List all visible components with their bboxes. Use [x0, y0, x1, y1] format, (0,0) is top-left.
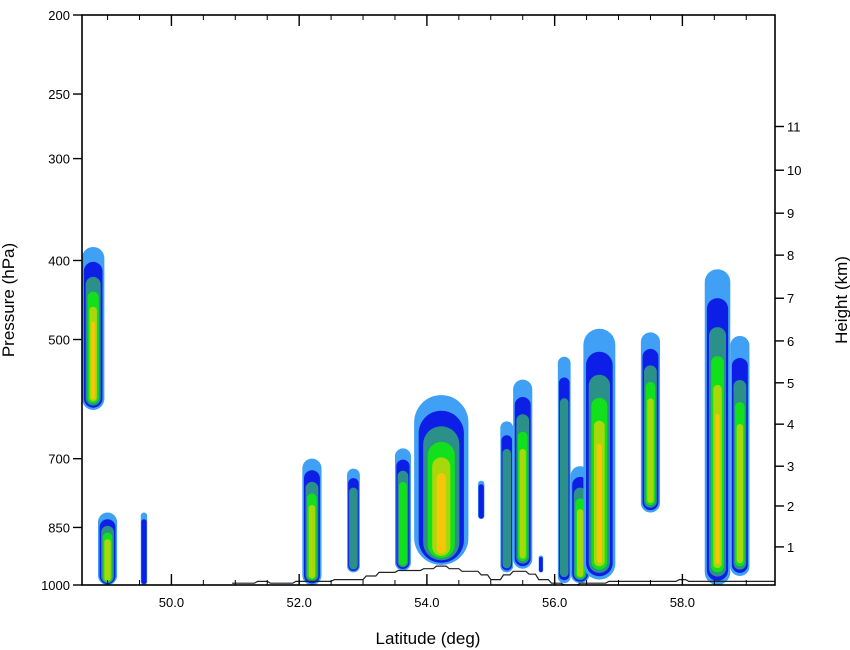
contour-level-6 — [715, 413, 720, 564]
precip-cell — [140, 512, 148, 585]
x-tick-label: 58.0 — [670, 595, 695, 610]
contour-level-2 — [141, 519, 147, 585]
precip-cell — [704, 269, 731, 585]
x-axis-label: Latitude (deg) — [376, 629, 481, 648]
contour-level-4 — [398, 481, 407, 566]
precip-cell — [730, 335, 750, 577]
x-tick-label: 50.0 — [159, 595, 184, 610]
y-left-tick-label: 1000 — [41, 578, 70, 593]
precip-cell — [557, 356, 571, 584]
contour-level-2 — [478, 484, 484, 519]
y-right-tick-label: 8 — [787, 248, 794, 263]
contour-level-6 — [91, 321, 96, 400]
contour-level-5 — [519, 448, 526, 559]
left-y-axis-label: Pressure (hPa) — [0, 243, 18, 357]
y-right-tick-label: 5 — [787, 376, 794, 391]
contour-level-3 — [502, 449, 511, 569]
y-left-tick-label: 250 — [48, 87, 70, 102]
contour-level-5 — [736, 423, 744, 564]
y-left-tick-label: 500 — [48, 333, 70, 348]
y-right-tick-label: 9 — [787, 206, 794, 221]
chart: 50.0 52.0 54.0 56.0 58.020025030040050070085… — [0, 8, 850, 648]
contour-level-3 — [559, 398, 569, 578]
x-tick-label: 56.0 — [542, 595, 567, 610]
precip-cell — [583, 328, 616, 580]
precip-cell — [347, 468, 360, 573]
precip-cell — [394, 448, 411, 571]
x-tick-label: 54.0 — [414, 595, 439, 610]
precipitation-cells — [82, 246, 750, 585]
precip-cell — [640, 332, 661, 513]
y-right-tick-label: 3 — [787, 459, 794, 474]
y-left-tick-label: 700 — [48, 452, 70, 467]
y-right-tick-label: 7 — [787, 291, 794, 306]
y-left-tick-label: 300 — [48, 152, 70, 167]
y-right-tick-label: 4 — [787, 417, 794, 432]
right-y-axis-label: Height (km) — [832, 256, 850, 344]
contour-level-5 — [647, 398, 654, 503]
contour-level-5 — [308, 504, 316, 579]
contour-level-5 — [577, 509, 584, 577]
precip-cell — [97, 512, 118, 585]
precip-cell — [82, 246, 105, 410]
contour-level-5 — [104, 539, 111, 582]
y-right-tick-label: 6 — [787, 334, 794, 349]
precip-cell — [513, 379, 533, 569]
y-right-tick-label: 1 — [787, 540, 794, 555]
y-left-tick-label: 200 — [48, 8, 70, 23]
precip-cell — [414, 395, 469, 565]
y-right-tick-label: 10 — [787, 163, 801, 178]
contour-level-3 — [349, 487, 358, 570]
precip-cell — [478, 480, 485, 520]
contour-level-2 — [539, 557, 543, 573]
precip-cell — [538, 555, 544, 573]
precip-cell — [302, 458, 322, 585]
y-left-tick-label: 850 — [48, 520, 70, 535]
y-right-tick-label: 11 — [787, 119, 801, 134]
precip-cell — [500, 421, 514, 573]
contour-level-6 — [436, 472, 446, 554]
y-left-tick-label: 400 — [48, 253, 70, 268]
x-tick-label: 52.0 — [287, 595, 312, 610]
contour-level-6 — [596, 443, 603, 563]
y-right-tick-label: 2 — [787, 499, 794, 514]
